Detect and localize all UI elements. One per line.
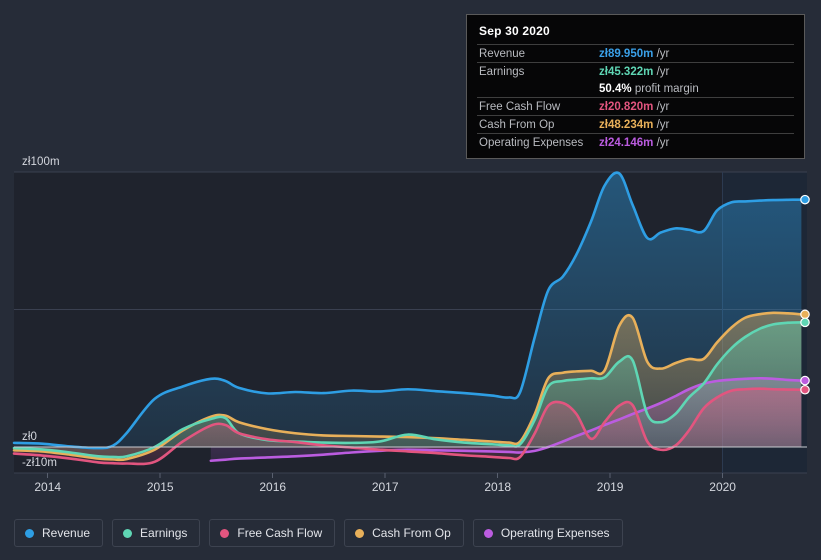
legend-item-free-cash-flow[interactable]: Free Cash Flow xyxy=(209,519,336,547)
tooltip-row-unit: profit margin xyxy=(634,82,699,95)
financial-chart-widget: zł100m zł0 -zł10m 2014 2015 2016 2017 2018 2019… xyxy=(0,0,821,560)
tooltip-row: Revenue zł89.950m /yr xyxy=(477,44,794,62)
x-axis-tick-label: 2017 xyxy=(371,480,399,494)
tooltip-row-unit: /yr xyxy=(656,47,670,60)
x-axis-tick-label: 2020 xyxy=(709,480,736,494)
tooltip-row-value: 50.4% profit margin xyxy=(599,83,699,95)
tooltip-row: Earnings zł45.322m /yr xyxy=(477,62,794,80)
tooltip-row-unit: /yr xyxy=(656,65,670,78)
tooltip-row-label: Earnings xyxy=(479,65,525,78)
y-axis-tick-label: zł0 xyxy=(22,431,38,443)
legend-item-label: Operating Expenses xyxy=(500,526,610,540)
tooltip-row-label: Free Cash Flow xyxy=(479,100,561,113)
x-axis-tick-label: 2015 xyxy=(146,480,174,494)
tooltip-row-unit: /yr xyxy=(656,118,670,131)
tooltip-row: Free Cash Flow zł20.820m /yr xyxy=(477,97,794,115)
legend-color-dot-icon xyxy=(483,528,493,538)
y-axis-tick-label: zł100m xyxy=(22,156,60,168)
tooltip-rows: Revenue zł89.950m /yr Earnings zł45.322m /y… xyxy=(477,44,794,151)
tooltip-row-amount: zł89.950m xyxy=(599,47,654,60)
tooltip-row-amount: zł48.234m xyxy=(599,118,654,131)
x-axis-tick-label: 2019 xyxy=(596,480,624,494)
legend-item-revenue[interactable]: Revenue xyxy=(14,519,104,547)
tooltip-row-amount: zł20.820m xyxy=(599,100,654,113)
legend-item-earnings[interactable]: Earnings xyxy=(112,519,201,547)
x-axis-tick-label: 2018 xyxy=(484,480,512,494)
tooltip-row-value: zł20.820m /yr xyxy=(599,101,669,113)
legend-color-dot-icon xyxy=(220,528,230,538)
tooltip-date: Sep 30 2020 xyxy=(479,24,550,38)
legend-color-dot-icon xyxy=(355,528,365,538)
tooltip-row-label: Cash From Op xyxy=(479,118,555,131)
tooltip-row-label: Operating Expenses xyxy=(479,136,584,149)
tooltip-row-amount: 50.4% xyxy=(599,82,632,95)
legend-item-cash-from-op[interactable]: Cash From Op xyxy=(344,519,464,547)
tooltip-row-amount: zł45.322m xyxy=(599,65,654,78)
chart-tooltip: Sep 30 2020 Revenue zł89.950m /yr Earnings… xyxy=(466,14,805,159)
tooltip-row-value: zł45.322m /yr xyxy=(599,66,669,78)
tooltip-row: Cash From Op zł48.234m /yr xyxy=(477,115,794,133)
y-axis-tick-label: -zł10m xyxy=(22,457,58,469)
x-axis-tick-label: 2014 xyxy=(34,480,62,494)
tooltip-row-label: Revenue xyxy=(479,47,526,60)
tooltip-row-unit: /yr xyxy=(656,100,670,113)
tooltip-row: Operating Expenses zł24.146m /yr xyxy=(477,133,794,151)
legend-color-dot-icon xyxy=(25,528,34,538)
tooltip-row-unit: /yr xyxy=(656,136,670,149)
x-axis-tick-label: 2016 xyxy=(259,480,287,494)
chart-legend: Revenue Earnings Free Cash Flow Cash From O… xyxy=(0,506,821,560)
legend-item-operating-expenses[interactable]: Operating Expenses xyxy=(472,519,623,547)
legend-item-label: Revenue xyxy=(42,526,91,540)
legend-item-label: Cash From Op xyxy=(372,526,451,540)
tooltip-row-value: zł48.234m /yr xyxy=(599,119,669,131)
legend-item-label: Earnings xyxy=(140,526,188,540)
tooltip-row-amount: zł24.146m xyxy=(599,136,654,149)
tooltip-row-value: zł89.950m /yr xyxy=(599,48,669,60)
legend-color-dot-icon xyxy=(123,528,133,538)
legend-item-label: Free Cash Flow xyxy=(237,526,323,540)
tooltip-row: 50.4% profit margin xyxy=(477,80,794,97)
tooltip-row-value: zł24.146m /yr xyxy=(599,137,669,149)
